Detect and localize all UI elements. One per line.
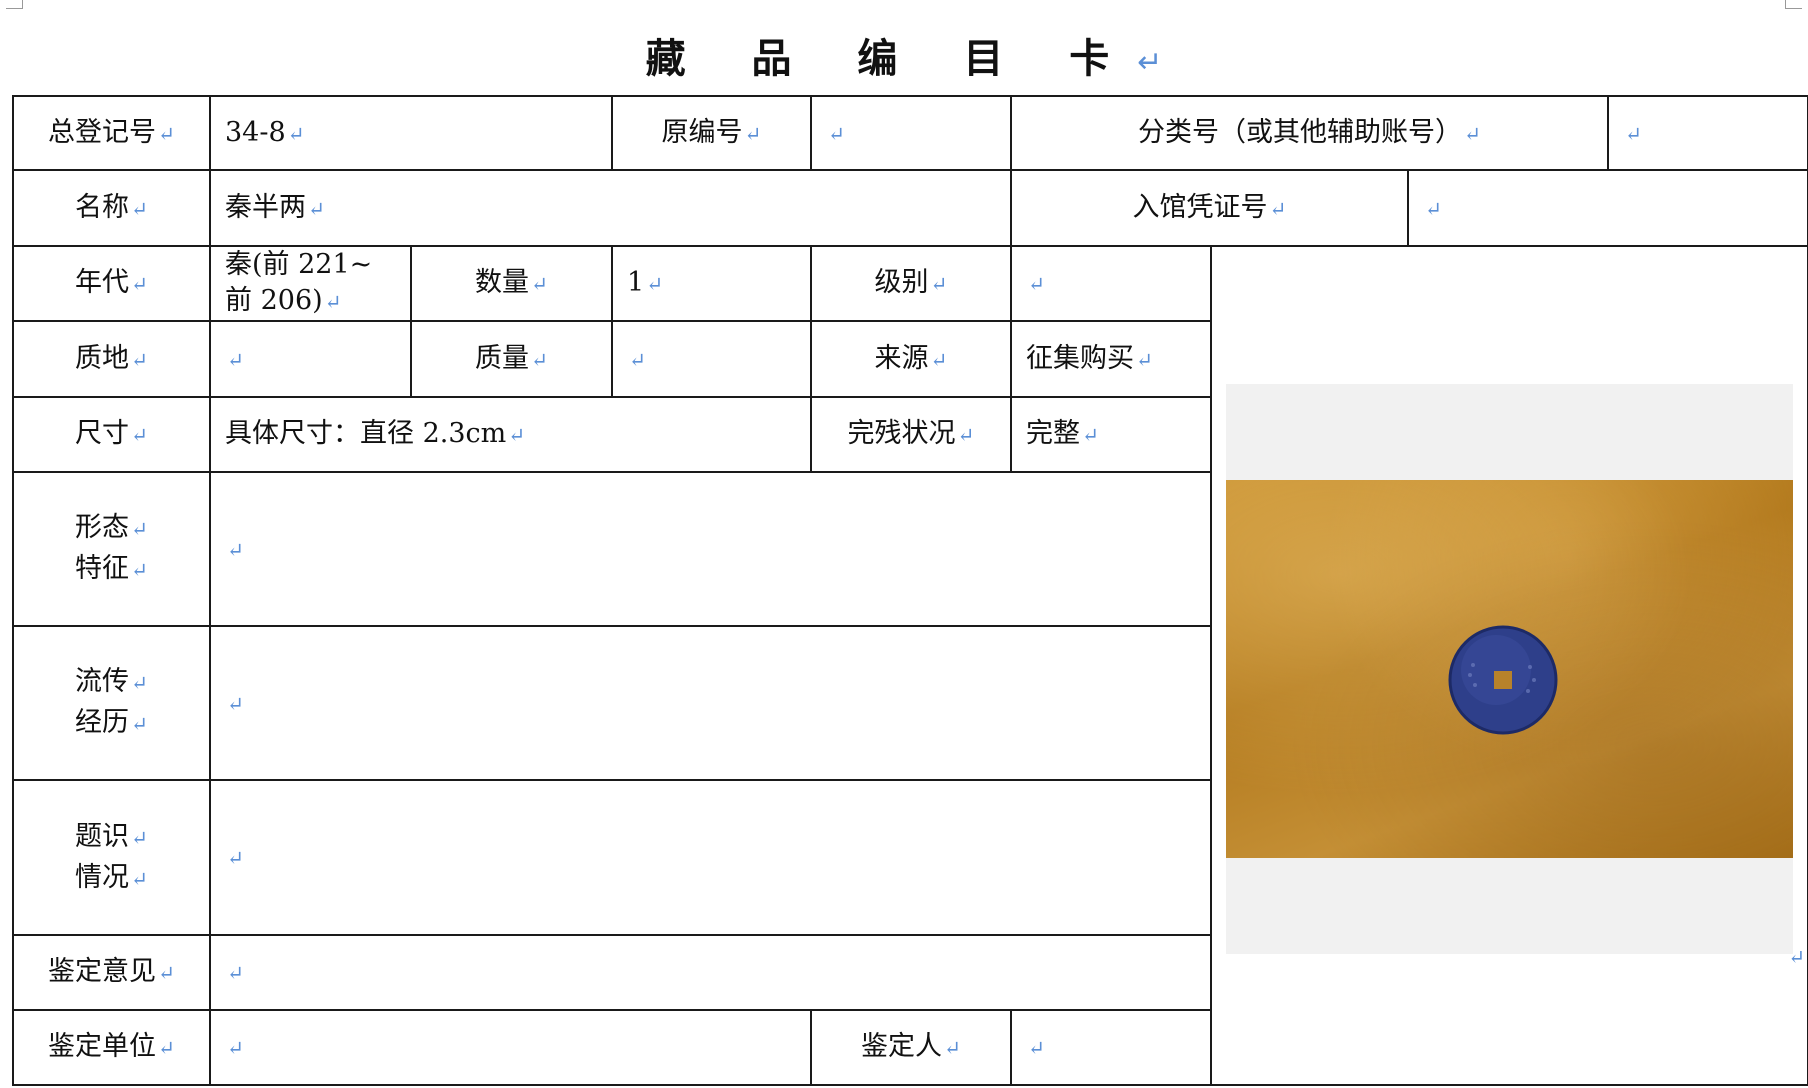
coin-image: [1448, 625, 1558, 735]
page-corner-mark-right: [1785, 0, 1802, 9]
reg-no-field[interactable]: 34-8↵: [208, 95, 614, 171]
inscription-field[interactable]: ↵: [208, 779, 1213, 936]
appraiser-field[interactable]: ↵: [1010, 1009, 1213, 1086]
card-title: 藏 品 编 目 卡↵: [0, 26, 1808, 84]
reg-no-label: 总登记号↵: [12, 95, 211, 171]
qty-label: 数量↵: [409, 245, 614, 322]
name-label: 名称↵: [12, 169, 211, 247]
grade-field[interactable]: ↵: [1010, 245, 1213, 322]
card-title-text: 藏 品 编 目 卡: [645, 36, 1136, 82]
appraisal-unit-field[interactable]: ↵: [208, 1009, 813, 1086]
era-field[interactable]: 秦(前 221~前 206)↵: [209, 245, 412, 322]
voucher-field[interactable]: ↵: [1407, 169, 1808, 247]
size-label: 尺寸↵: [12, 396, 211, 473]
appraiser-label: 鉴定人↵: [810, 1009, 1013, 1086]
class-no-label: 分类号（或其他辅助账号）↵: [1010, 95, 1610, 171]
name-field[interactable]: 秦半两↵: [208, 169, 1013, 247]
catalog-card-table: 总登记号↵ 34-8↵ 原编号↵ ↵ 分类号（或其他辅助账号）↵ ↵ 名称↵ 秦…: [12, 95, 1808, 1086]
era-label: 年代↵: [12, 245, 211, 322]
material-field[interactable]: ↵: [209, 320, 412, 398]
inscription-label: 题识↵ 情况↵: [12, 779, 211, 936]
weight-field[interactable]: ↵: [611, 320, 813, 398]
page-corner-mark-left: [6, 0, 23, 9]
grade-label: 级别↵: [810, 245, 1013, 322]
material-label: 质地↵: [12, 320, 211, 398]
appraisal-opinion-label: 鉴定意见↵: [12, 934, 211, 1011]
form-features-label: 形态↵ 特征↵: [12, 471, 211, 627]
size-field[interactable]: 具体尺寸：直径 2.3cm↵: [208, 396, 813, 473]
voucher-label: 入馆凭证号↵: [1010, 169, 1410, 247]
appraisal-opinion-field[interactable]: ↵: [208, 934, 1213, 1011]
paragraph-mark-icon: ↵: [1788, 945, 1806, 969]
source-field[interactable]: 征集购买↵: [1010, 320, 1213, 398]
orig-no-label: 原编号↵: [611, 95, 813, 171]
artifact-photo: [1226, 480, 1794, 858]
photo-cell: ↵: [1210, 245, 1808, 1086]
condition-label: 完残状况↵: [810, 396, 1013, 473]
weight-label: 质量↵: [409, 320, 614, 398]
class-no-field[interactable]: ↵: [1607, 95, 1808, 171]
orig-no-field[interactable]: ↵: [810, 95, 1013, 171]
source-label: 来源↵: [810, 320, 1013, 398]
provenance-field[interactable]: ↵: [208, 625, 1213, 781]
condition-field[interactable]: 完整↵: [1010, 396, 1213, 473]
qty-field[interactable]: 1↵: [611, 245, 813, 322]
appraisal-unit-label: 鉴定单位↵: [12, 1009, 211, 1086]
paragraph-mark-icon: ↵: [1137, 45, 1163, 80]
form-features-field[interactable]: ↵: [208, 471, 1213, 627]
provenance-label: 流传↵ 经历↵: [12, 625, 211, 781]
